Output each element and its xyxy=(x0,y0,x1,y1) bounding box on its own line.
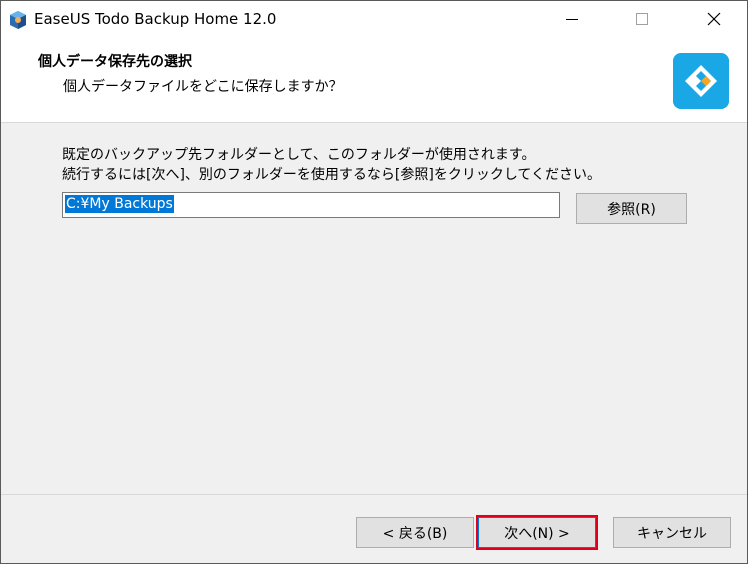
minimize-button[interactable] xyxy=(549,1,595,37)
description-line-1: 既定のバックアップ先フォルダーとして、このフォルダーが使用されます。 xyxy=(62,147,536,163)
installer-window: EaseUS Todo Backup Home 12.0 個人データ保存先の選択… xyxy=(0,0,748,564)
description-line-2: 続行するには[次へ]、別のフォルダーを使用するなら[参照]をクリックしてください… xyxy=(62,167,602,183)
close-button[interactable] xyxy=(691,1,737,37)
title-bar[interactable]: EaseUS Todo Backup Home 12.0 xyxy=(1,1,747,37)
back-button[interactable]: < 戻る(B) xyxy=(356,517,474,548)
wizard-content: 既定のバックアップ先フォルダーとして、このフォルダーが使用されます。 続行するに… xyxy=(1,124,747,494)
browse-button[interactable]: 参照(R) xyxy=(576,193,687,224)
window-title: EaseUS Todo Backup Home 12.0 xyxy=(34,10,277,28)
selected-path-text: C:¥My Backups xyxy=(65,195,174,213)
next-button[interactable]: 次へ(N) > xyxy=(476,515,598,550)
footer-divider xyxy=(1,494,747,495)
minimize-icon xyxy=(566,18,578,20)
page-title: 個人データ保存先の選択 xyxy=(38,54,192,70)
wizard-header: 個人データ保存先の選択 個人データファイルをどこに保存しますか？ xyxy=(1,37,747,123)
maximize-button[interactable] xyxy=(619,1,665,37)
close-icon xyxy=(707,12,721,26)
page-subtitle: 個人データファイルをどこに保存しますか？ xyxy=(63,79,343,95)
easeus-app-icon xyxy=(10,11,26,29)
backup-path-input[interactable]: C:¥My Backups xyxy=(62,192,560,218)
maximize-icon xyxy=(636,13,648,25)
cancel-button[interactable]: キャンセル xyxy=(613,517,731,548)
easeus-brand-icon xyxy=(673,53,729,109)
